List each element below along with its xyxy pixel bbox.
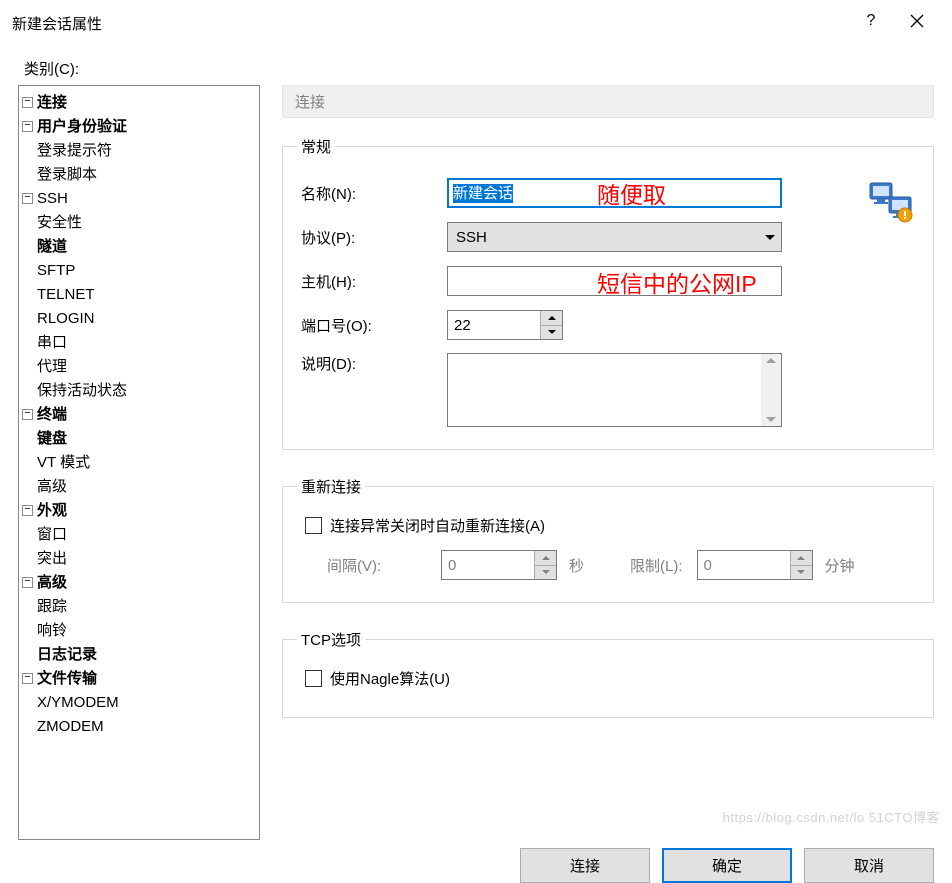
spin-down-icon[interactable] [541,326,562,340]
tree-security[interactable]: 安全性 [37,215,82,230]
spin-down-icon [791,566,812,580]
spin-up-icon[interactable] [541,311,562,326]
group-general: 常规 [282,136,934,450]
expand-icon[interactable] [22,97,33,108]
desc-label: 说明(D): [297,353,447,374]
tree-tunnel[interactable]: 隧道 [37,239,67,254]
tree-connection[interactable]: 连接 [37,95,67,110]
tree-sftp[interactable]: SFTP [37,263,75,278]
scroll-down-icon [766,417,776,422]
help-button[interactable]: ? [848,0,894,42]
reconnect-checkbox-label: 连接异常关闭时自动重新连接(A) [330,515,545,536]
limit-stepper [697,550,813,580]
category-tree[interactable]: 连接 用户身份验证 登录提示符 登录脚本 SSH 安全性 [18,85,260,840]
tree-logging[interactable]: 日志记录 [37,647,97,662]
tree-login-script[interactable]: 登录脚本 [37,167,97,182]
interval-label: 间隔(V): [327,555,435,576]
panel-header: 连接 [282,85,934,118]
expand-icon[interactable] [22,505,33,516]
spin-up-icon [791,551,812,566]
tree-vtmode[interactable]: VT 模式 [37,455,90,470]
tree-advanced-t[interactable]: 高级 [37,479,67,494]
spin-up-icon [535,551,556,566]
expand-icon[interactable] [22,577,33,588]
port-stepper[interactable] [447,310,563,340]
panel-title: 连接 [295,91,325,112]
protocol-label: 协议(P): [297,227,447,248]
port-label: 端口号(O): [297,315,447,336]
nagle-checkbox[interactable] [305,670,322,687]
interval-value [442,551,534,579]
tree-keyboard[interactable]: 键盘 [37,431,67,446]
limit-value [698,551,790,579]
ok-button[interactable]: 确定 [662,848,792,883]
category-label: 类别(C): [24,58,934,79]
expand-icon[interactable] [22,193,33,204]
tree-terminal[interactable]: 终端 [37,407,67,422]
expand-icon[interactable] [22,673,33,684]
tree-auth[interactable]: 用户身份验证 [37,119,127,134]
tree-serial[interactable]: 串口 [37,335,67,350]
reconnect-checkbox[interactable] [305,517,322,534]
tree-ssh[interactable]: SSH [37,191,68,206]
tree-bell[interactable]: 响铃 [37,623,67,638]
scroll-up-icon [766,358,776,363]
tree-proxy[interactable]: 代理 [37,359,67,374]
interval-unit: 秒 [569,555,584,576]
tree-trace[interactable]: 跟踪 [37,599,67,614]
interval-stepper [441,550,557,580]
tree-window[interactable]: 窗口 [37,527,67,542]
close-button[interactable] [894,0,940,42]
tree-keepalive[interactable]: 保持活动状态 [37,383,127,398]
tree-xymodem[interactable]: X/YMODEM [37,695,119,710]
protocol-select[interactable]: SSH [447,222,782,252]
host-label: 主机(H): [297,271,447,292]
cancel-button[interactable]: 取消 [804,848,934,883]
titlebar: 新建会话属性 ? [0,0,952,42]
limit-unit: 分钟 [825,555,855,576]
tree-appearance[interactable]: 外观 [37,503,67,518]
description-textarea[interactable] [447,353,782,427]
tree-login-prompt[interactable]: 登录提示符 [37,143,112,158]
tree-telnet[interactable]: TELNET [37,287,95,302]
window-title: 新建会话属性 [12,9,848,34]
dialog-buttons: 连接 确定 取消 [18,848,934,883]
connect-button[interactable]: 连接 [520,848,650,883]
expand-icon[interactable] [22,409,33,420]
group-tcp-legend: TCP选项 [297,629,365,650]
group-reconnect-legend: 重新连接 [297,476,365,497]
host-input[interactable] [447,266,782,296]
close-icon [910,14,924,28]
name-label: 名称(N): [297,183,447,204]
tree-highlight[interactable]: 突出 [37,551,67,566]
name-value: 新建会话 [453,184,513,203]
chevron-down-icon [765,235,775,240]
spin-down-icon [535,566,556,580]
port-value[interactable] [448,311,540,339]
expand-icon[interactable] [22,121,33,132]
tree-advanced[interactable]: 高级 [37,575,67,590]
group-general-legend: 常规 [297,136,335,157]
group-tcp: TCP选项 使用Nagle算法(U) [282,629,934,718]
tree-rlogin[interactable]: RLOGIN [37,311,95,326]
name-input[interactable]: 新建会话 [447,178,782,208]
tree-zmodem[interactable]: ZMODEM [37,719,104,734]
group-reconnect: 重新连接 连接异常关闭时自动重新连接(A) 间隔(V): 秒 [282,476,934,603]
tree-file-transfer[interactable]: 文件传输 [37,671,97,686]
protocol-value: SSH [456,229,487,246]
limit-label: 限制(L): [630,555,683,576]
scrollbar[interactable] [761,354,781,426]
nagle-label: 使用Nagle算法(U) [330,668,450,689]
